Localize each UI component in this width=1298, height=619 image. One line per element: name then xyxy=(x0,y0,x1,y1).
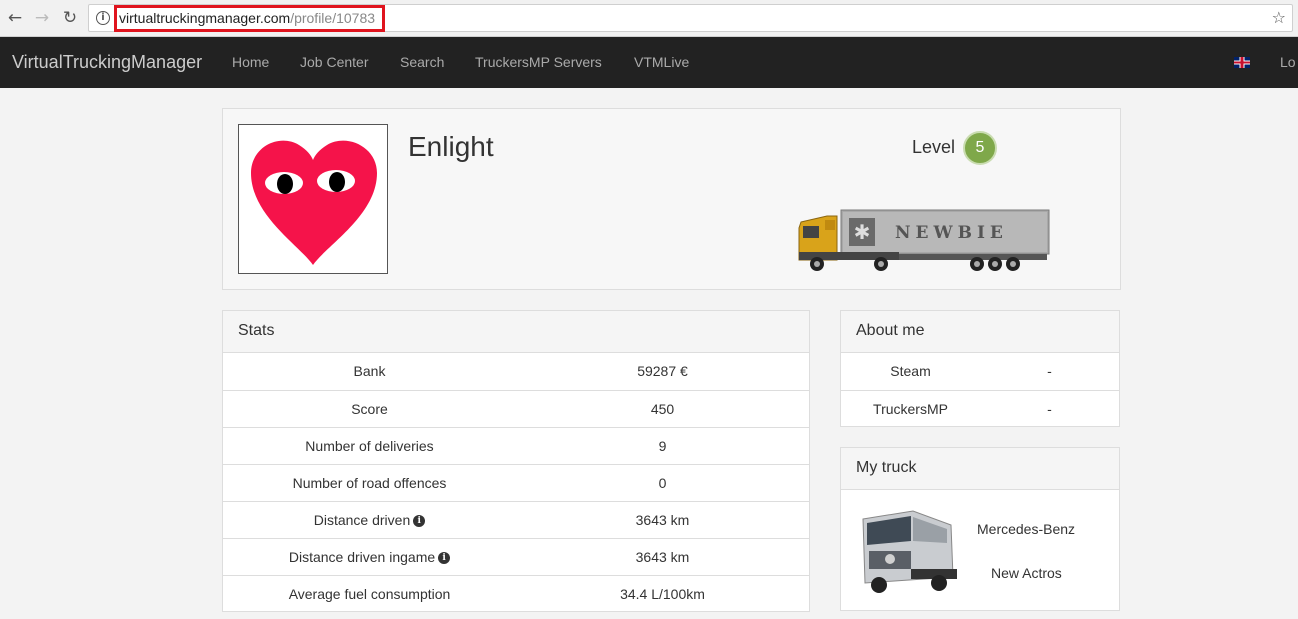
forward-icon[interactable]: → xyxy=(31,7,53,29)
stat-value: 3643 km xyxy=(516,537,809,575)
nav-truckersmp-servers[interactable]: TruckersMP Servers xyxy=(475,54,602,70)
stats-table: Bank 59287 € Score 450 Number of deliver… xyxy=(223,353,809,612)
stat-value: 450 xyxy=(516,389,809,427)
stats-title: Stats xyxy=(223,311,809,353)
table-row: TruckersMP - xyxy=(841,389,1119,427)
info-circle-icon[interactable]: i xyxy=(438,551,451,564)
svg-text:✱: ✱ xyxy=(854,220,871,244)
about-value: - xyxy=(1047,363,1052,380)
truck-panel: My truck Mercedes-Benz New Actros xyxy=(840,447,1120,611)
stats-panel: Stats Bank 59287 € Score 450 Number of d… xyxy=(222,310,810,612)
about-value: - xyxy=(980,389,1119,427)
stat-value: 0 xyxy=(516,463,809,501)
table-row: Average fuel consumption 34.4 L/100km xyxy=(223,574,809,612)
level-label: Level xyxy=(912,137,956,157)
stat-label-cell: Distance driven ingame i xyxy=(223,537,516,575)
url-domain: virtualtruckingmanager.com xyxy=(119,10,291,26)
info-circle-icon[interactable]: i xyxy=(413,514,426,527)
browser-toolbar: ← → ↻ i virtualtruckingmanager.com/profi… xyxy=(0,0,1298,37)
table-row: Number of road offences 0 xyxy=(223,463,809,501)
url-path: /profile/10783 xyxy=(290,10,376,26)
truck-make: Mercedes-Benz xyxy=(977,521,1076,537)
stat-label: Number of road offences xyxy=(223,463,516,501)
uk-flag-icon[interactable] xyxy=(1234,57,1250,68)
stat-label: Distance driven xyxy=(313,511,411,528)
url-text[interactable]: virtualtruckingmanager.com/profile/10783 xyxy=(119,10,375,26)
site-info-icon[interactable]: i xyxy=(96,11,110,25)
table-row: Distance driven ingame i 3643 km xyxy=(223,537,809,575)
stat-label: Score xyxy=(223,389,516,427)
table-row: Steam - xyxy=(841,353,1119,390)
about-label: Steam xyxy=(890,363,931,380)
site-brand[interactable]: VirtualTruckingManager xyxy=(12,52,202,73)
table-row: Bank 59287 € xyxy=(223,353,809,390)
truck-model: New Actros xyxy=(991,565,1062,581)
truck-info: Mercedes-Benz New Actros xyxy=(841,491,1119,611)
stat-label: Number of deliveries xyxy=(223,426,516,464)
about-panel: About me Steam - TruckersMP - xyxy=(840,310,1120,427)
stat-label: Average fuel consumption xyxy=(223,574,516,612)
stat-value: 34.4 L/100km xyxy=(516,574,809,612)
avatar xyxy=(238,124,388,274)
level-badge: 5 xyxy=(963,131,997,165)
profile-header-panel: Enlight Level 5 ✱ NEWBIE xyxy=(222,108,1121,290)
table-row: Distance driven i 3643 km xyxy=(223,500,809,538)
heart-eyes-icon xyxy=(251,140,377,265)
trailer-label: NEWBIE xyxy=(895,223,1008,243)
stat-label: Distance driven ingame xyxy=(288,548,436,565)
stat-label: Bank xyxy=(353,363,386,380)
about-table: Steam - TruckersMP - xyxy=(841,353,1119,427)
stat-value: 59287 € xyxy=(637,363,688,380)
nav-vtmlive[interactable]: VTMLive xyxy=(634,54,689,70)
about-title: About me xyxy=(841,311,1119,353)
table-row: Score 450 xyxy=(223,389,809,427)
stat-value: 3643 km xyxy=(516,500,809,538)
stat-label-cell: Distance driven i xyxy=(223,500,516,538)
table-row: Number of deliveries 9 xyxy=(223,426,809,464)
address-bar[interactable]: i virtualtruckingmanager.com/profile/107… xyxy=(88,4,1293,32)
newbie-truck-icon: ✱ NEWBIE xyxy=(798,209,1050,271)
username: Enlight xyxy=(408,131,494,162)
nav-home[interactable]: Home xyxy=(232,54,269,70)
reload-icon[interactable]: ↻ xyxy=(59,7,81,29)
bookmark-star-icon[interactable]: ☆ xyxy=(1272,8,1286,27)
truck-photo-icon xyxy=(862,510,957,593)
back-icon[interactable]: ← xyxy=(4,7,26,29)
truck-title: My truck xyxy=(841,448,1119,490)
nav-login[interactable]: Lo xyxy=(1280,54,1296,70)
about-label: TruckersMP xyxy=(841,389,980,427)
nav-search[interactable]: Search xyxy=(400,54,444,70)
site-navbar: VirtualTruckingManager Home Job Center S… xyxy=(0,37,1298,88)
stat-value: 9 xyxy=(516,426,809,464)
nav-job-center[interactable]: Job Center xyxy=(300,54,368,70)
